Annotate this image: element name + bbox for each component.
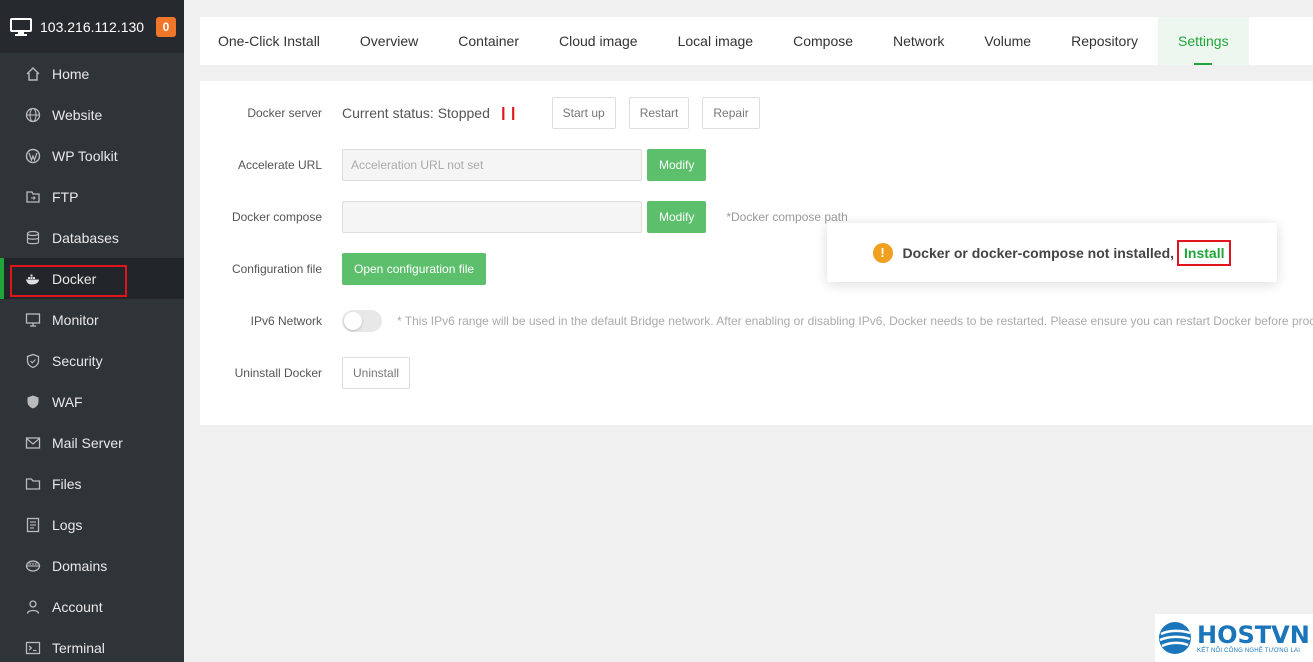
tab-repository[interactable]: Repository — [1051, 17, 1158, 65]
waf-shield-icon — [24, 393, 42, 411]
ipv6-label: IPv6 Network — [250, 314, 322, 328]
tab-network[interactable]: Network — [873, 17, 964, 65]
sidebar-item-monitor[interactable]: Monitor — [0, 299, 184, 340]
terminal-icon — [24, 639, 42, 657]
notification-badge[interactable]: 0 — [156, 16, 176, 37]
tab-volume[interactable]: Volume — [964, 17, 1051, 65]
sidebar-item-home[interactable]: Home — [0, 53, 184, 94]
install-warning-toast: ! Docker or docker-compose not installed… — [827, 223, 1277, 282]
sidebar-item-website[interactable]: Website — [0, 94, 184, 135]
user-icon — [24, 598, 42, 616]
docker-status-text: Current status: Stopped — [342, 105, 490, 121]
logo-tagline: KẾT NỐI CÔNG NGHỆ TƯƠNG LAI — [1197, 648, 1301, 654]
docker-compose-row: Docker compose Modify *Docker compose pa… — [200, 201, 848, 233]
start-up-button[interactable]: Start up — [551, 97, 616, 129]
sidebar-item-files[interactable]: Files — [0, 463, 184, 504]
hostvn-logo: HOSTVN KẾT NỐI CÔNG NGHỆ TƯƠNG LAI — [1155, 614, 1313, 662]
hostvn-logo-mark-icon — [1159, 622, 1191, 654]
install-link[interactable]: Install — [1177, 239, 1232, 266]
ftp-icon — [24, 188, 42, 206]
uninstall-label: Uninstall Docker — [234, 366, 322, 380]
restart-button[interactable]: Restart — [628, 97, 690, 129]
domains-icon: www — [24, 557, 42, 575]
sidebar-item-docker[interactable]: Docker — [0, 258, 184, 299]
logo-name: HOSTVN — [1197, 621, 1310, 649]
server-ip: 103.216.112.130 — [40, 18, 145, 35]
open-configuration-file-button[interactable]: Open configuration file — [342, 253, 487, 285]
sidebar-item-waf[interactable]: WAF — [0, 381, 184, 422]
toast-message: Docker or docker-compose not installed, — [902, 244, 1175, 261]
sidebar-item-label: Docker — [52, 270, 97, 287]
sidebar-nav: Home Website WP Toolkit FTP Databases Do… — [0, 53, 184, 662]
docker-icon — [24, 270, 42, 288]
sidebar-item-label: Files — [52, 475, 82, 492]
accelerate-url-row: Accelerate URL Acceleration URL not set … — [200, 149, 707, 181]
docker-compose-label: Docker compose — [231, 210, 322, 224]
accelerate-url-input[interactable]: Acceleration URL not set — [342, 149, 642, 181]
svg-text:www: www — [28, 561, 39, 566]
tab-settings[interactable]: Settings — [1158, 17, 1249, 65]
wordpress-icon — [24, 147, 42, 165]
warning-icon: ! — [872, 242, 893, 263]
sidebar-item-label: Home — [52, 65, 90, 82]
logo-text: HOSTVN KẾT NỐI CÔNG NGHỆ TƯƠNG LAI — [1197, 622, 1310, 654]
repair-button[interactable]: Repair — [702, 97, 760, 129]
sidebar-item-logs[interactable]: Logs — [0, 504, 184, 545]
tab-cloud-image[interactable]: Cloud image — [539, 17, 658, 65]
folder-icon — [24, 475, 42, 493]
sidebar-item-label: Terminal — [52, 639, 105, 656]
uninstall-button[interactable]: Uninstall — [342, 357, 411, 389]
sidebar-item-mail-server[interactable]: Mail Server — [0, 422, 184, 463]
tab-local-image[interactable]: Local image — [658, 17, 774, 65]
accelerate-url-modify-button[interactable]: Modify — [647, 149, 707, 181]
sidebar-item-domains[interactable]: www Domains — [0, 545, 184, 586]
sidebar-item-label: WP Toolkit — [52, 147, 118, 164]
database-icon — [24, 229, 42, 247]
tab-compose[interactable]: Compose — [773, 17, 873, 65]
sidebar-item-label: Website — [52, 106, 103, 123]
configuration-file-label: Configuration file — [231, 262, 322, 276]
globe-icon — [24, 106, 42, 124]
monitor-icon — [24, 311, 42, 329]
sidebar-item-label: Domains — [52, 557, 108, 574]
server-bar: 103.216.112.130 0 — [0, 0, 184, 53]
sidebar-item-label: FTP — [52, 188, 79, 205]
tab-one-click-install[interactable]: One-Click Install — [200, 17, 340, 65]
configuration-file-row: Configuration file Open configuration fi… — [200, 253, 487, 285]
sidebar-item-label: WAF — [52, 393, 83, 410]
sidebar-item-label: Logs — [52, 516, 83, 533]
sidebar-item-security[interactable]: Security — [0, 340, 184, 381]
docker-tabs: One-Click Install Overview Container Clo… — [200, 17, 1313, 65]
server-monitor-icon — [10, 17, 32, 36]
sidebar-item-wp-toolkit[interactable]: WP Toolkit — [0, 135, 184, 176]
ipv6-hint: * This IPv6 range will be used in the de… — [397, 314, 1313, 328]
docker-compose-input[interactable] — [342, 201, 642, 233]
shield-icon — [24, 352, 42, 370]
sidebar-item-account[interactable]: Account — [0, 586, 184, 627]
docker-compose-hint: *Docker compose path — [726, 210, 848, 224]
sidebar-item-ftp[interactable]: FTP — [0, 176, 184, 217]
home-icon — [24, 65, 42, 83]
sidebar-item-label: Account — [52, 598, 103, 615]
docker-compose-modify-button[interactable]: Modify — [647, 201, 707, 233]
stopped-pause-icon: ❙❙ — [497, 105, 519, 120]
sidebar-item-databases[interactable]: Databases — [0, 217, 184, 258]
mail-icon — [24, 434, 42, 452]
ipv6-row: IPv6 Network * This IPv6 range will be u… — [200, 310, 1313, 332]
uninstall-row: Uninstall Docker Uninstall — [200, 357, 423, 389]
docker-server-row: Docker server Current status: Stopped ❙❙… — [200, 97, 773, 129]
tab-overview[interactable]: Overview — [340, 17, 438, 65]
docker-server-label: Docker server — [247, 106, 322, 120]
logs-icon — [24, 516, 42, 534]
sidebar-item-label: Security — [52, 352, 103, 369]
sidebar-item-label: Mail Server — [52, 434, 123, 451]
accelerate-url-label: Accelerate URL — [237, 158, 322, 172]
sidebar-item-terminal[interactable]: Terminal — [0, 627, 184, 662]
tab-container[interactable]: Container — [438, 17, 539, 65]
sidebar: 103.216.112.130 0 Home Website WP Toolki… — [0, 0, 184, 662]
sidebar-item-label: Databases — [52, 229, 119, 246]
sidebar-item-label: Monitor — [52, 311, 99, 328]
ipv6-toggle[interactable] — [342, 310, 382, 332]
